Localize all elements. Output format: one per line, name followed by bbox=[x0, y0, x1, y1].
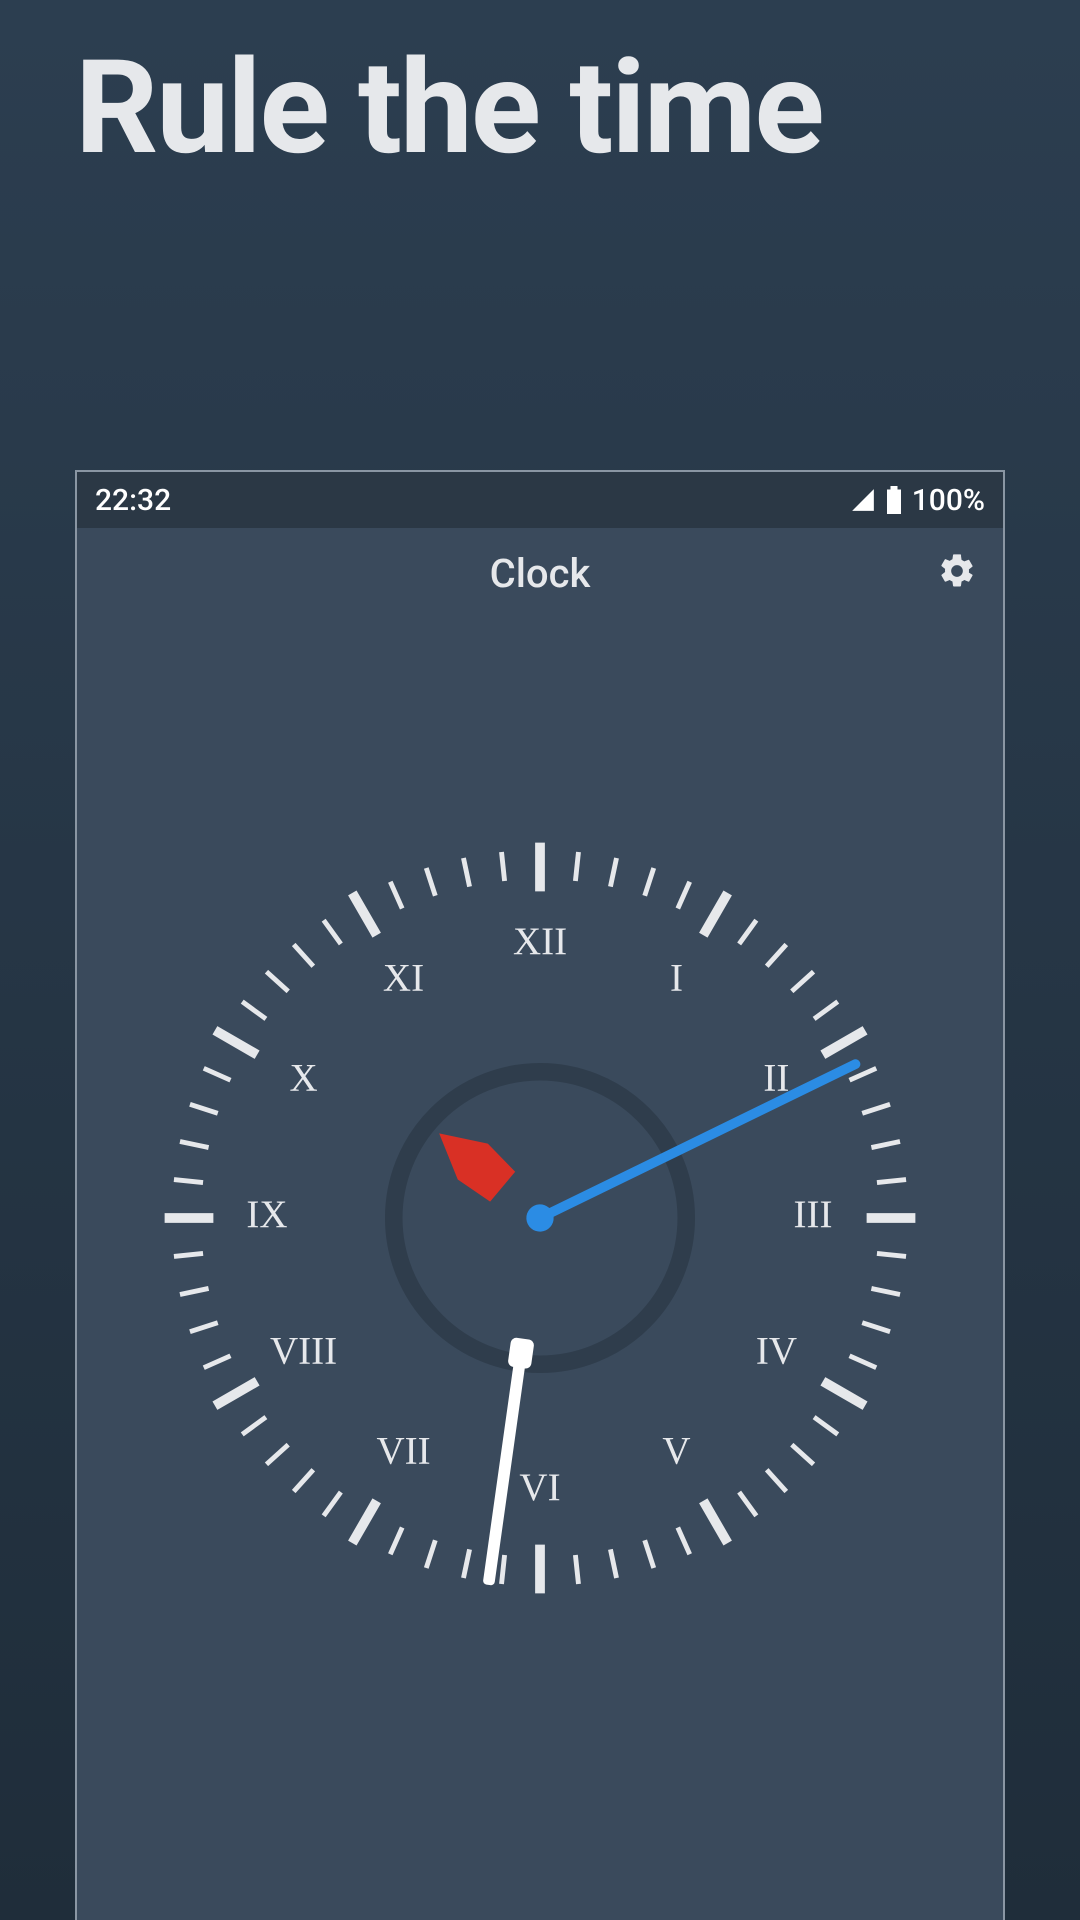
svg-text:III: III bbox=[794, 1193, 833, 1236]
minute-hand bbox=[477, 1337, 535, 1586]
battery-percent: 100% bbox=[912, 483, 985, 518]
status-bar: 22:32 100% bbox=[77, 472, 1003, 528]
battery-icon bbox=[886, 486, 902, 514]
svg-text:IV: IV bbox=[756, 1329, 797, 1372]
phone-frame: 22:32 100% Clock XIIIIIIIIIVVVIVIIVIIIIX… bbox=[75, 470, 1005, 1920]
svg-text:VI: VI bbox=[519, 1466, 560, 1509]
svg-text:XI: XI bbox=[383, 957, 424, 1000]
svg-text:I: I bbox=[670, 957, 683, 1000]
signal-icon bbox=[850, 487, 876, 513]
svg-text:VIII: VIII bbox=[270, 1329, 337, 1372]
promo-headline: Rule the time bbox=[0, 0, 1080, 177]
gear-icon bbox=[937, 551, 977, 591]
settings-button[interactable] bbox=[937, 551, 977, 595]
svg-text:IX: IX bbox=[246, 1193, 287, 1236]
svg-text:XII: XII bbox=[513, 920, 567, 963]
analog-clock[interactable]: XIIIIIIIIIVVVIVIIVIIIIXXXI bbox=[150, 828, 930, 1608]
svg-text:VII: VII bbox=[376, 1429, 430, 1472]
status-right: 100% bbox=[850, 483, 985, 518]
svg-text:V: V bbox=[662, 1429, 690, 1472]
clock-area: XIIIIIIIIIVVVIVIIVIIIIXXXI bbox=[77, 618, 1003, 1818]
app-title: Clock bbox=[490, 550, 591, 597]
svg-text:X: X bbox=[289, 1056, 317, 1099]
hour-hand bbox=[424, 1115, 518, 1204]
app-header: Clock bbox=[77, 528, 1003, 618]
status-time: 22:32 bbox=[95, 483, 171, 518]
